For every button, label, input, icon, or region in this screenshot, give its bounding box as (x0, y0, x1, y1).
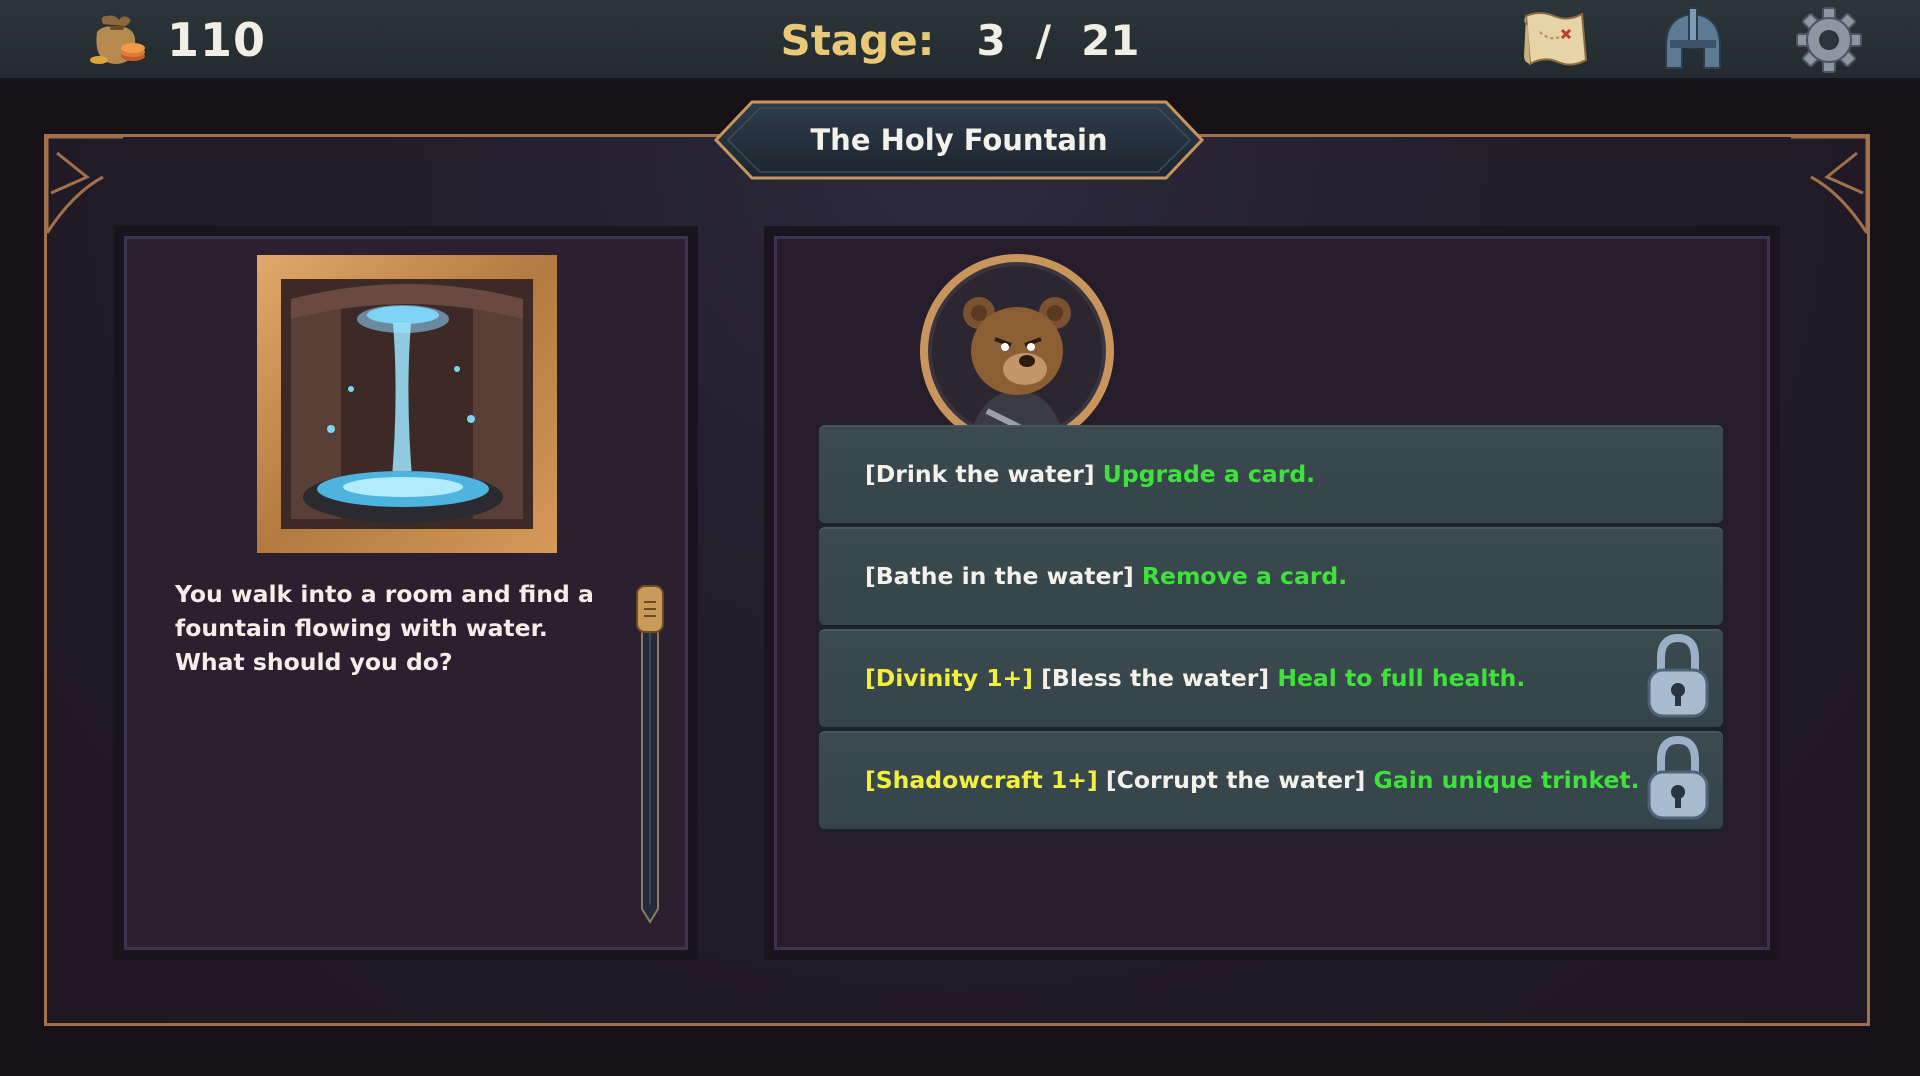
fountain-illustration (281, 279, 533, 529)
choice-drink-water[interactable]: [Drink the water] Upgrade a card. (819, 425, 1723, 523)
event-story-panel: You walk into a room and find a fountain… (114, 226, 698, 960)
stage-label: Stage: (780, 15, 935, 65)
stage-separator: / (1035, 15, 1052, 65)
choice-requirement: [Shadowcraft 1+] (865, 766, 1098, 794)
choice-result: Remove a card. (1141, 562, 1348, 590)
event-title: The Holy Fountain (810, 123, 1108, 157)
scrollbar[interactable] (633, 584, 667, 934)
lock-icon (1647, 735, 1709, 820)
lock-icon (1647, 633, 1709, 718)
stage-current: 3 (976, 15, 1006, 65)
helmet-icon[interactable] (1656, 6, 1730, 74)
stage-total: 21 (1081, 15, 1140, 65)
bear-warrior-avatar (920, 254, 1114, 451)
choice-corrupt-water[interactable]: [Shadowcraft 1+] [Corrupt the water] Gai… (819, 731, 1723, 829)
fountain-image-frame (257, 255, 557, 553)
event-description: You walk into a room and find a fountain… (175, 580, 594, 676)
choice-bless-water[interactable]: [Divinity 1+] [Bless the water] Heal to … (819, 629, 1723, 727)
choice-action: [Bless the water] (1041, 664, 1270, 692)
stage-indicator: Stage: 3 / 21 (0, 10, 1920, 70)
choice-result: Upgrade a card. (1102, 460, 1316, 488)
choice-result: Gain unique trinket. (1373, 766, 1640, 794)
choice-action: [Drink the water] (865, 460, 1095, 488)
choice-action: [Corrupt the water] (1105, 766, 1366, 794)
choice-bathe-water[interactable]: [Bathe in the water] Remove a card. (819, 527, 1723, 625)
event-choices-panel: [Drink the water] Upgrade a card. [Bathe… (764, 226, 1780, 960)
choice-requirement: [Divinity 1+] (865, 664, 1033, 692)
map-icon[interactable] (1520, 6, 1594, 74)
choice-result: Heal to full health. (1277, 664, 1526, 692)
corner-ornament (1791, 135, 1869, 234)
top-bar: 110 Stage: 3 / 21 (0, 0, 1920, 80)
gear-icon[interactable] (1792, 6, 1866, 74)
choice-action: [Bathe in the water] (865, 562, 1134, 590)
